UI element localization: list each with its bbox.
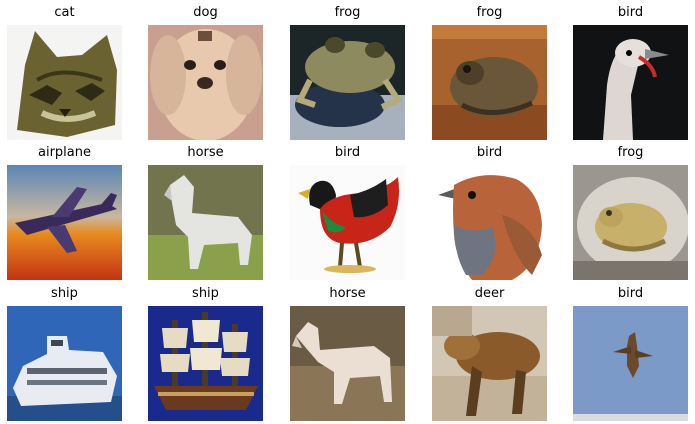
image-label: bird <box>334 145 361 160</box>
image-label: airplane <box>38 145 91 160</box>
frog-image <box>432 25 547 140</box>
cat-image <box>7 25 122 140</box>
bird-image <box>573 306 688 421</box>
image-label: frog <box>617 145 644 160</box>
image-label: bird <box>617 5 644 20</box>
horse-image <box>290 306 405 421</box>
image-label: horse <box>187 145 224 160</box>
image-label: bird <box>476 145 503 160</box>
frog-image <box>290 25 405 140</box>
image-label: deer <box>474 286 505 301</box>
dog-image <box>148 25 263 140</box>
image-label: ship <box>51 286 78 301</box>
image-label: dog <box>193 5 218 20</box>
frog-image <box>573 165 688 280</box>
ship-image <box>148 306 263 421</box>
airplane-image <box>7 165 122 280</box>
image-label: ship <box>192 286 219 301</box>
bird-image <box>432 165 547 280</box>
deer-image <box>432 306 547 421</box>
image-label: cat <box>54 5 75 20</box>
image-label: horse <box>329 286 366 301</box>
horse-image <box>148 165 263 280</box>
image-label: frog <box>334 5 361 20</box>
ship-image <box>7 306 122 421</box>
image-label: bird <box>617 286 644 301</box>
image-label: frog <box>476 5 503 20</box>
image-grid: cat dog frog frog bird airplane horse bi… <box>0 0 695 424</box>
bird-image <box>573 25 688 140</box>
bird-image <box>290 165 405 280</box>
